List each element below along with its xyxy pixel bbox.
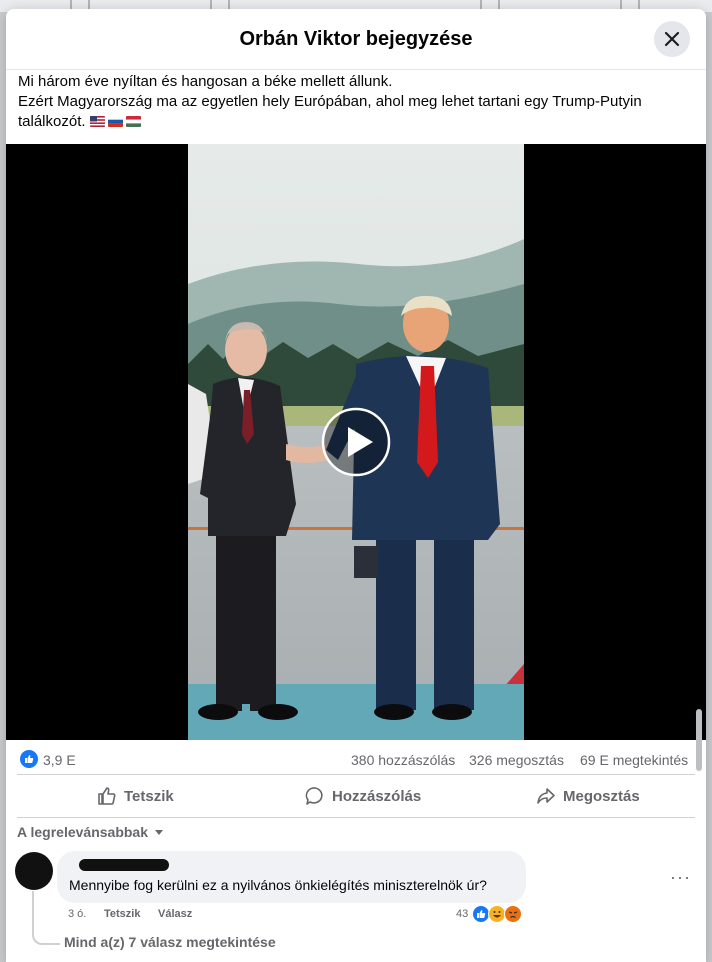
redacted-author-name (79, 859, 169, 871)
comment-reaction-count[interactable]: 43 (456, 908, 468, 920)
close-button[interactable] (654, 21, 690, 57)
share-count[interactable]: 326 megosztás (469, 752, 564, 768)
reaction-count[interactable]: 3,9 E (43, 752, 76, 768)
comment-icon (305, 787, 323, 805)
dialog-header: Orbán Viktor bejegyzése (6, 9, 706, 70)
comment-bubble: Mennyibe fog kerülni ez a nyilvános önki… (57, 851, 526, 903)
like-label: Tetszik (124, 787, 174, 805)
post-line-3-wrap: találkozót. (18, 112, 658, 132)
us-flag-icon (89, 116, 105, 127)
share-icon (537, 788, 555, 804)
video-player[interactable] (6, 144, 706, 740)
dialog-title: Orbán Viktor bejegyzése (239, 28, 473, 50)
comment-like-link[interactable]: Tetszik (104, 908, 140, 920)
comment-reply-link[interactable]: Válasz (158, 908, 192, 920)
post-text: Mi három éve nyíltan és hangosan a béke … (18, 72, 658, 132)
share-label: Megosztás (563, 787, 640, 805)
comment-label: Hozzászólás (332, 787, 422, 805)
thumbs-up-icon (98, 787, 116, 805)
post-line-1: Mi három éve nyíltan és hangosan a béke … (18, 73, 393, 90)
ru-flag-icon (107, 116, 123, 127)
post-dialog: Orbán Viktor bejegyzése Mi három éve nyí… (6, 9, 706, 962)
sort-dropdown[interactable]: A legrelevánsabbak (17, 824, 164, 840)
hu-flag-icon (125, 116, 141, 127)
comment-more-options[interactable]: ··· (670, 867, 691, 888)
commenter-avatar[interactable] (15, 852, 53, 890)
action-bar: Tetszik Hozzászólás Megosztás (17, 774, 695, 818)
view-replies-link[interactable]: Mind a(z) 7 válasz megtekintése (64, 934, 276, 950)
comment-time[interactable]: 3 ó. (68, 908, 86, 920)
comment-button[interactable]: Hozzászólás (305, 783, 421, 809)
like-reaction-icon (20, 750, 38, 768)
like-button[interactable]: Tetszik (97, 783, 174, 809)
post-stats: 3,9 E 380 hozzászólás 326 megosztás 69 E… (6, 740, 706, 774)
share-button[interactable]: Megosztás (536, 783, 640, 809)
play-icon[interactable] (321, 407, 391, 477)
comment-count[interactable]: 380 hozzászólás (351, 752, 455, 768)
post-line-3: találkozót. (18, 113, 86, 130)
close-icon (664, 31, 680, 47)
sort-label: A legrelevánsabbak (17, 824, 148, 840)
caret-down-icon (155, 830, 163, 835)
reply-thread-line (32, 891, 60, 945)
post-line-2: Ezért Magyarország ma az egyetlen hely E… (18, 93, 642, 110)
angry-reaction-icon (504, 905, 522, 923)
view-count: 69 E megtekintés (580, 752, 689, 768)
comment-text: Mennyibe fog kerülni ez a nyilvános önki… (69, 877, 487, 893)
